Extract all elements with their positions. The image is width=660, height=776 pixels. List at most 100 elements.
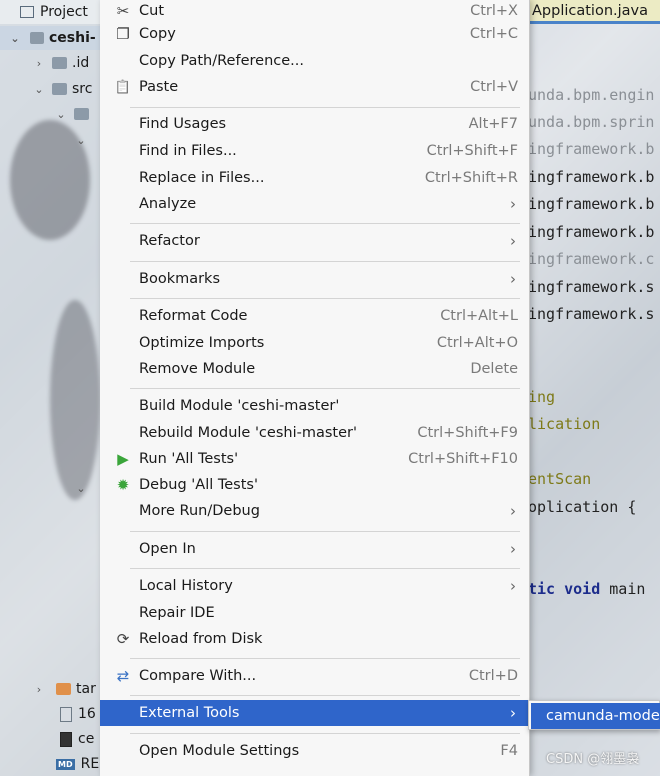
menu-item-label: Cut <box>139 3 164 19</box>
tree-row[interactable]: ⌄ <box>54 102 94 126</box>
menu-item-label: Copy Path/Reference... <box>139 53 304 69</box>
tree-row-root[interactable]: ⌄ ceshi- <box>0 26 100 50</box>
menu-item-copy[interactable]: ❐ Copy Ctrl+C <box>100 21 530 47</box>
menu-item-repair-ide[interactable]: Repair IDE <box>100 600 530 626</box>
module-folder-icon <box>30 32 44 44</box>
menu-item-find-usages[interactable]: Find Usages Alt+F7 <box>100 111 530 137</box>
menu-item-optimize-imports[interactable]: Optimize Imports Ctrl+Alt+O <box>100 330 530 356</box>
external-tools-submenu: camunda-mode <box>528 700 660 730</box>
code-line: ingframework.c <box>528 250 655 268</box>
tree-row-label: src <box>72 81 93 97</box>
tree-row[interactable]: ⌄ <box>74 128 88 152</box>
project-tool-tab[interactable]: Project <box>0 0 100 24</box>
menu-item-open-module-settings[interactable]: Open Module Settings F4 <box>100 738 530 764</box>
menu-item-label: Find Usages <box>139 116 227 132</box>
menu-item-label: Analyze <box>139 196 197 212</box>
tree-row[interactable]: ce <box>60 727 94 751</box>
menu-item-run-all-tests[interactable]: ▶ Run 'All Tests' Ctrl+Shift+F10 <box>100 446 530 472</box>
menu-item-label: Remove Module <box>139 361 256 377</box>
menu-item-label: Run 'All Tests' <box>139 451 239 467</box>
menu-item-bookmarks[interactable]: Bookmarks › <box>100 266 530 292</box>
menu-item-shortcut: Alt+F7 <box>468 116 518 132</box>
context-menu: ✂ Cut Ctrl+X ❐ Copy Ctrl+C Copy Path/Reference… <box>100 0 530 776</box>
project-tab-label: Project <box>40 4 88 20</box>
menu-item-shortcut: Ctrl+D <box>468 668 518 684</box>
tree-row[interactable]: 16 <box>60 702 96 726</box>
menu-separator <box>130 261 520 262</box>
menu-item-open-in[interactable]: Open In › <box>100 536 530 562</box>
chevron-right-icon: › <box>36 682 42 696</box>
menu-separator <box>130 298 520 299</box>
menu-item-build-module-ceshi-master[interactable]: Build Module 'ceshi-master' <box>100 393 530 419</box>
menu-item-shortcut: Ctrl+C <box>469 26 518 42</box>
menu-item-more-run-debug[interactable]: More Run/Debug › <box>100 498 530 524</box>
code-line: ingframework.s <box>528 305 655 323</box>
code-line: ingframework.b <box>528 223 655 241</box>
folder-icon <box>52 83 67 95</box>
menu-item-label: Open Module Settings <box>139 743 300 759</box>
menu-item-label: Copy <box>139 26 176 42</box>
chevron-down-icon: ⌄ <box>34 82 44 96</box>
chevron-right-icon: › <box>36 56 42 70</box>
menu-item-local-history[interactable]: Local History › <box>100 573 530 599</box>
code-line: oplication { <box>528 498 637 516</box>
menu-item-replace-in-files[interactable]: Replace in Files... Ctrl+Shift+R <box>100 165 530 191</box>
scissors-icon: ✂ <box>116 2 130 20</box>
menu-item-find-in-files[interactable]: Find in Files... Ctrl+Shift+F <box>100 138 530 164</box>
chevron-right-icon: › <box>510 195 516 213</box>
menu-item-external-tools[interactable]: External Tools › <box>100 700 530 726</box>
chevron-right-icon: › <box>510 540 516 558</box>
menu-item-label: Build Module 'ceshi-master' <box>139 398 340 414</box>
menu-item-label: Reformat Code <box>139 308 248 324</box>
menu-item-analyze[interactable]: Analyze › <box>100 191 530 217</box>
tree-row-label: tar <box>76 681 96 697</box>
code-line: unda.bpm.engin <box>528 86 655 104</box>
compare-icon: ⇄ <box>116 667 130 685</box>
menu-item-label: Rebuild Module 'ceshi-master' <box>139 425 357 441</box>
menu-item-remove-module[interactable]: Remove Module Delete <box>100 356 530 382</box>
menu-item-debug-all-tests[interactable]: ✹ Debug 'All Tests' <box>100 472 530 498</box>
menu-item-shortcut: Delete <box>470 361 518 377</box>
tree-row-label: RE <box>80 756 100 772</box>
code-line: ingframework.b <box>528 195 655 213</box>
tree-row[interactable]: › .id <box>32 51 89 75</box>
markdown-file-icon: MD <box>56 758 75 770</box>
tree-row[interactable]: MD RE <box>56 752 99 776</box>
tree-row-label: 16 <box>78 706 96 722</box>
code-line: ingframework.b <box>528 168 655 186</box>
chevron-down-icon: ⌄ <box>76 481 86 495</box>
chevron-right-icon: › <box>510 502 516 520</box>
file-icon <box>60 706 72 722</box>
chevron-down-icon: ⌄ <box>10 31 20 45</box>
menu-separator <box>130 531 520 532</box>
menu-item-label: Local History <box>139 578 233 594</box>
menu-item-refactor[interactable]: Refactor › <box>100 228 530 254</box>
menu-item-label: External Tools <box>139 705 240 721</box>
menu-separator <box>130 695 520 696</box>
menu-item-label: Reload from Disk <box>139 631 263 647</box>
menu-item-shortcut: Ctrl+Alt+L <box>440 308 518 324</box>
tree-row[interactable]: › tar <box>32 677 96 701</box>
menu-item-label: Find in Files... <box>139 143 237 159</box>
menu-item-paste[interactable]: 📋 Paste Ctrl+V <box>100 74 530 100</box>
code-line: ing <box>528 388 556 406</box>
menu-item-reload-from-disk[interactable]: ⟳ Reload from Disk <box>100 626 530 652</box>
menu-item-label: Open In <box>139 541 196 557</box>
menu-item-rebuild-module-ceshi-master[interactable]: Rebuild Module 'ceshi-master' Ctrl+Shift+… <box>100 420 530 446</box>
menu-separator <box>130 658 520 659</box>
menu-item-shortcut: Ctrl+X <box>470 3 518 19</box>
tree-row[interactable]: ⌄ <box>74 476 88 500</box>
menu-item-copy-path-reference[interactable]: Copy Path/Reference... <box>100 48 530 74</box>
submenu-item-camunda-modeler[interactable]: camunda-mode <box>531 703 660 729</box>
file-icon <box>60 731 72 747</box>
tree-row-label: .id <box>72 55 90 71</box>
tree-row[interactable]: ⌄ src <box>32 77 92 101</box>
menu-item-compare-with[interactable]: ⇄ Compare With... Ctrl+D <box>100 663 530 689</box>
menu-item-reformat-code[interactable]: Reformat Code Ctrl+Alt+L <box>100 303 530 329</box>
menu-item-label: More Run/Debug <box>139 503 260 519</box>
chevron-down-icon: ⌄ <box>76 133 86 147</box>
project-icon <box>20 6 34 18</box>
editor-tab[interactable]: Application.java <box>528 0 660 24</box>
menu-separator <box>130 568 520 569</box>
folder-icon <box>74 108 89 120</box>
